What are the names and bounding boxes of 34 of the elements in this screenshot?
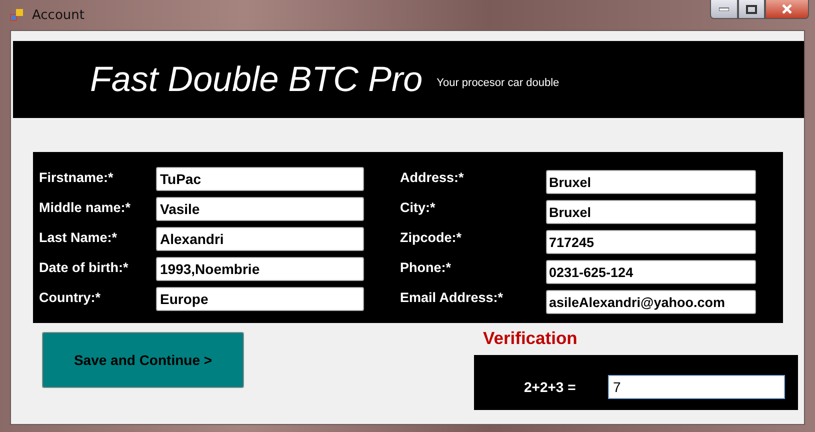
- captcha-question: 2+2+3 =: [524, 378, 577, 394]
- verification-title: Verification: [483, 328, 578, 349]
- field-label: City:*: [400, 200, 436, 215]
- field-label: Date of birth:*: [39, 259, 130, 275]
- field-label: Address:*: [400, 170, 465, 185]
- input-field[interactable]: Alexandri: [156, 227, 364, 251]
- field-label: Firstname:*: [39, 169, 114, 185]
- close-button[interactable]: [765, 0, 809, 19]
- answer-field[interactable]: 7: [608, 374, 785, 398]
- minimize-button[interactable]: [710, 0, 738, 19]
- window-title: Account: [32, 8, 84, 22]
- input-field[interactable]: 0231-625-124: [546, 260, 756, 284]
- banner-subtitle: Your procesor car double: [436, 76, 560, 88]
- input-field[interactable]: Bruxel: [546, 170, 756, 194]
- field-label: Email Address:*: [400, 290, 504, 305]
- input-field[interactable]: 717245: [546, 230, 756, 254]
- maximize-button[interactable]: [738, 0, 765, 19]
- field-label: Phone:*: [400, 260, 452, 275]
- input-field[interactable]: Europe: [156, 287, 364, 311]
- input-field[interactable]: TuPac: [156, 167, 364, 191]
- field-label: Middle name:*: [39, 199, 132, 215]
- banner-title: Fast Double BTC Pro: [90, 60, 423, 100]
- input-field[interactable]: 1993,Noembrie: [156, 257, 364, 281]
- save-button[interactable]: Save and Continue >: [42, 332, 244, 388]
- minimize-icon: [719, 7, 729, 11]
- input-field[interactable]: asileAlexandri@yahoo.com: [546, 290, 756, 314]
- field-label: Zipcode:*: [400, 230, 463, 245]
- input-field[interactable]: Bruxel: [546, 200, 756, 224]
- input-field[interactable]: Vasile: [156, 197, 364, 221]
- field-label: Country:*: [39, 289, 102, 305]
- close-icon: [781, 4, 793, 14]
- maximize-icon: [746, 4, 757, 14]
- app-icon: [10, 8, 24, 22]
- field-label: Last Name:*: [39, 229, 118, 245]
